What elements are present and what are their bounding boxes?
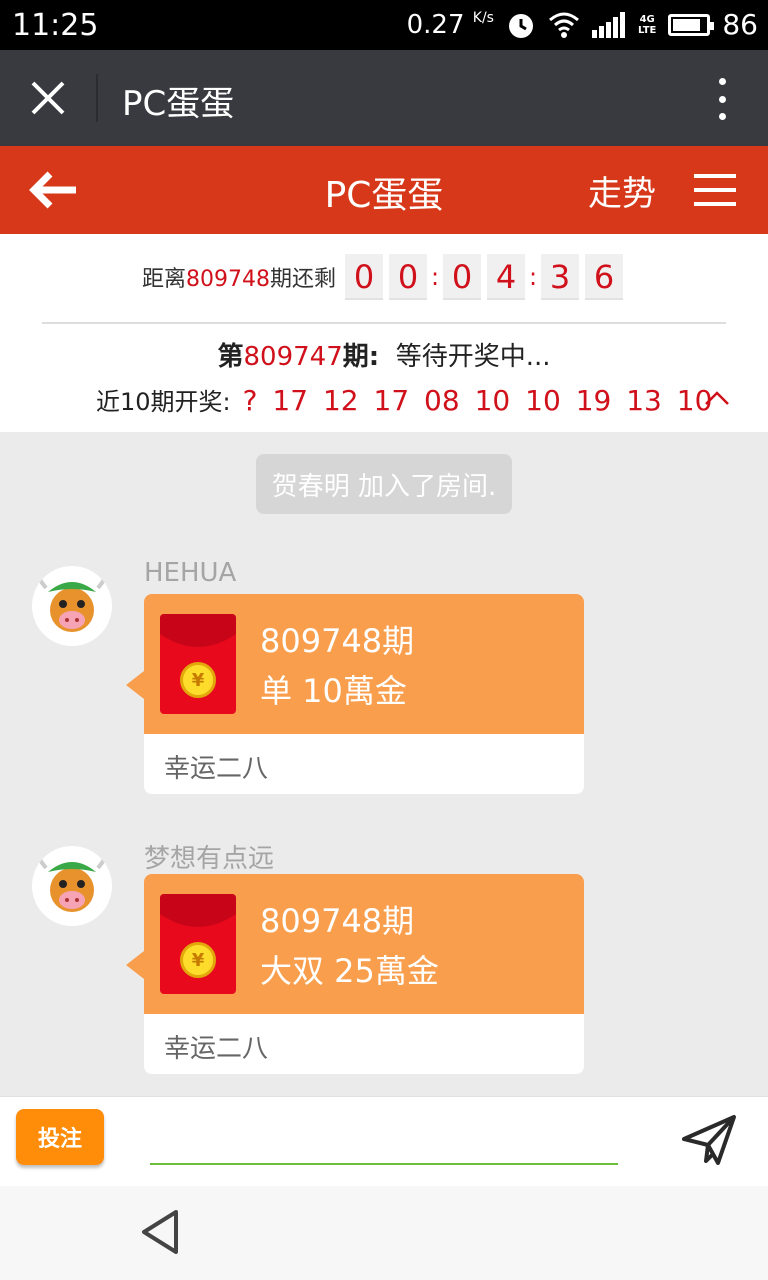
- result-value: 19: [575, 384, 612, 417]
- lottery-info-panel: 距离809748期还剩 0 0 : 0 4 : 3 6 第809747期: 等待…: [0, 234, 768, 432]
- battery-level: 86: [722, 8, 758, 41]
- bet-period: 809748期: [260, 902, 415, 940]
- divider: [42, 322, 726, 324]
- window-title: PC蛋蛋: [122, 84, 235, 124]
- signal-icon: [591, 11, 625, 38]
- bet-card[interactable]: ¥ 809748期 大双 25萬金 幸运二八: [144, 874, 584, 1074]
- countdown-digit: 0: [345, 254, 383, 300]
- countdown-digit: 3: [541, 254, 579, 300]
- countdown-digit: 0: [389, 254, 427, 300]
- avatar[interactable]: [32, 566, 112, 646]
- battery-fill: [673, 18, 701, 31]
- countdown-label: 距离809748期还剩: [141, 267, 336, 292]
- title-bar: PC蛋蛋: [0, 50, 768, 146]
- envelope-flap: [160, 614, 236, 647]
- bubble-arrow: [126, 671, 144, 699]
- title-divider: [96, 74, 98, 122]
- red-envelope-icon: ¥: [160, 614, 236, 714]
- battery-icon: [668, 13, 715, 36]
- bubble-arrow: [126, 951, 144, 979]
- bet-period: 809748期: [260, 622, 415, 660]
- yuan-coin-icon: ¥: [180, 942, 216, 978]
- red-envelope-icon: ¥: [160, 894, 236, 994]
- countdown: 距离809748期还剩 0 0 : 0 4 : 3 6: [0, 252, 768, 302]
- bet-amount: 单 10萬金: [260, 672, 407, 710]
- result-value: 12: [322, 384, 359, 417]
- current-period: 第809747期: 等待开奖中...: [217, 342, 551, 372]
- bet-card-header: ¥ 809748期 单 10萬金: [144, 594, 584, 734]
- countdown-separator: :: [430, 263, 440, 291]
- bet-card[interactable]: ¥ 809748期 单 10萬金 幸运二八: [144, 594, 584, 794]
- yuan-coin-icon: ¥: [180, 662, 216, 698]
- countdown-digit: 4: [487, 254, 525, 300]
- status-icons: 0.27 K/s 4G LTE 86: [407, 8, 758, 41]
- chat-input-bar: 投注: [0, 1096, 768, 1186]
- countdown-digit: 6: [585, 254, 623, 300]
- network-speed: 0.27 K/s: [406, 9, 494, 40]
- result-value: 10: [525, 384, 561, 417]
- cow-avatar-icon: [38, 858, 106, 912]
- message-nickname: 梦想有点远: [144, 844, 275, 874]
- result-value: 17: [272, 384, 309, 417]
- app-header: PC蛋蛋 走势: [0, 146, 768, 234]
- message-input[interactable]: [150, 1119, 618, 1165]
- network-type: 4G LTE: [637, 13, 657, 36]
- alarm-icon: [508, 13, 533, 38]
- period-status: 等待开奖中...: [395, 342, 551, 372]
- result-value: 17: [373, 384, 410, 417]
- countdown-separator: :: [528, 263, 538, 291]
- wifi-icon: [549, 12, 579, 38]
- system-message: 贺春明 加入了房间.: [256, 454, 512, 514]
- recent-results-label: 近10期开奖:: [96, 388, 231, 416]
- avatar[interactable]: [32, 846, 112, 926]
- system-nav-bar: [0, 1186, 768, 1280]
- bet-button[interactable]: 投注: [16, 1109, 104, 1165]
- more-vertical-icon[interactable]: [712, 78, 732, 120]
- close-icon[interactable]: [30, 80, 66, 116]
- result-value: 08: [424, 384, 460, 417]
- countdown-digit: 0: [443, 254, 481, 300]
- cow-avatar-icon: [38, 578, 106, 632]
- message-nickname: HEHUA: [144, 558, 237, 588]
- status-bar: 11:25 0.27 K/s 4G LTE 86: [0, 0, 768, 50]
- recent-results-values: ? 17 12 17 08 10 10 19 13 10: [243, 384, 719, 417]
- bet-game-name: 幸运二八: [164, 754, 269, 784]
- envelope-flap: [160, 894, 236, 927]
- bet-game-name: 幸运二八: [164, 1034, 269, 1064]
- result-value: 13: [626, 384, 662, 417]
- recent-results: 近10期开奖: ? 17 12 17 08 10 10 19 13 10: [96, 382, 718, 417]
- trend-button[interactable]: 走势: [588, 166, 656, 215]
- triangle-back-icon[interactable]: [138, 1208, 182, 1256]
- result-value: 10: [474, 384, 511, 417]
- bet-card-header: ¥ 809748期 大双 25萬金: [144, 874, 584, 1014]
- chevron-up-icon[interactable]: [704, 390, 730, 406]
- paper-plane-icon[interactable]: [680, 1113, 738, 1169]
- hamburger-icon[interactable]: [694, 174, 736, 206]
- result-value: ?: [242, 384, 258, 417]
- status-time: 11:25: [12, 8, 99, 43]
- bet-amount: 大双 25萬金: [260, 952, 439, 990]
